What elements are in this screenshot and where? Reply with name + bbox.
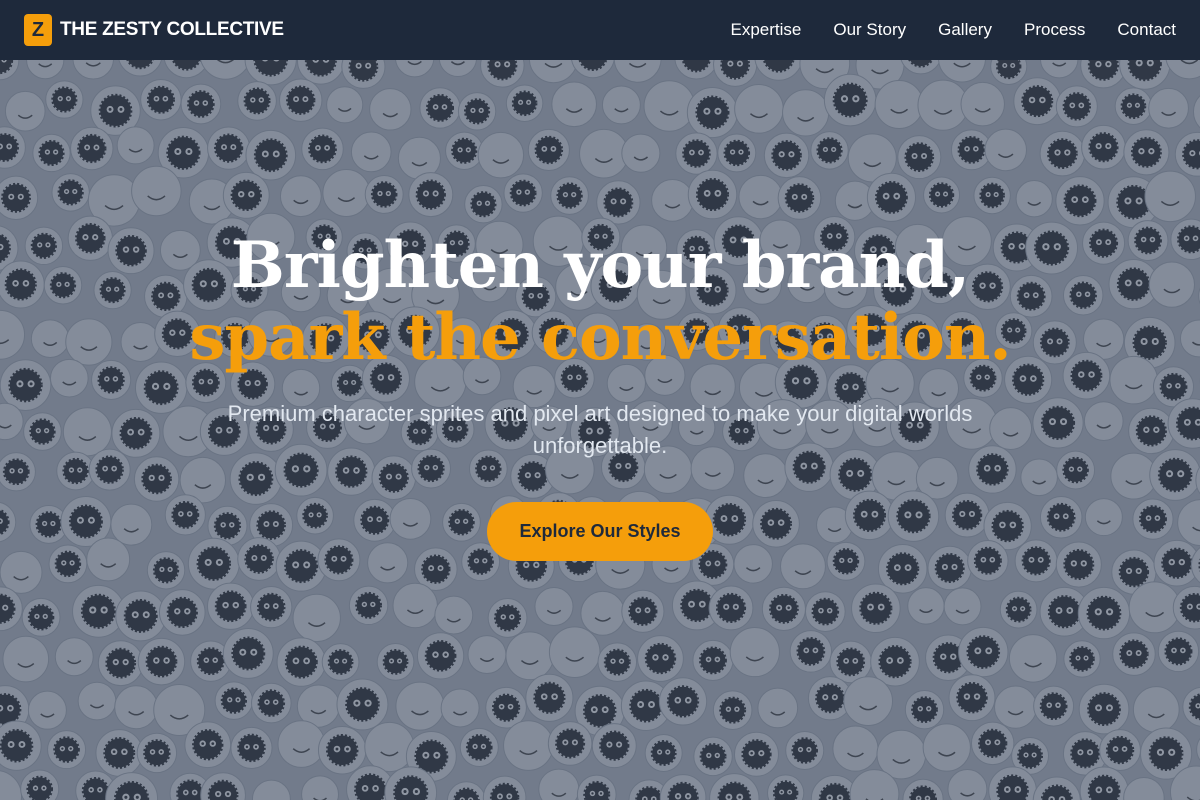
brand-name: THE ZESTY COLLECTIVE [60, 19, 284, 40]
navbar: Z THE ZESTY COLLECTIVE Expertise Our Sto… [0, 0, 1200, 60]
nav-link-gallery[interactable]: Gallery [938, 20, 992, 40]
main-nav: Expertise Our Story Gallery Process Cont… [731, 20, 1177, 40]
nav-link-our-story[interactable]: Our Story [833, 20, 906, 40]
nav-link-contact[interactable]: Contact [1117, 20, 1176, 40]
nav-link-process[interactable]: Process [1024, 20, 1085, 40]
hero-content: Brighten your brand, spark the conversat… [0, 230, 1200, 561]
brand-logo[interactable]: Z THE ZESTY COLLECTIVE [24, 14, 284, 46]
logo-badge-icon: Z [24, 14, 52, 46]
headline-line-1: Brighten your brand, [230, 228, 970, 303]
headline-line-2: spark the conversation. [189, 300, 1011, 375]
nav-link-expertise[interactable]: Expertise [731, 20, 802, 40]
explore-styles-button[interactable]: Explore Our Styles [487, 502, 713, 561]
hero-section: Brighten your brand, spark the conversat… [0, 60, 1200, 800]
hero-headline: Brighten your brand, spark the conversat… [0, 230, 1200, 374]
hero-subtitle: Premium character sprites and pixel art … [227, 401, 973, 458]
